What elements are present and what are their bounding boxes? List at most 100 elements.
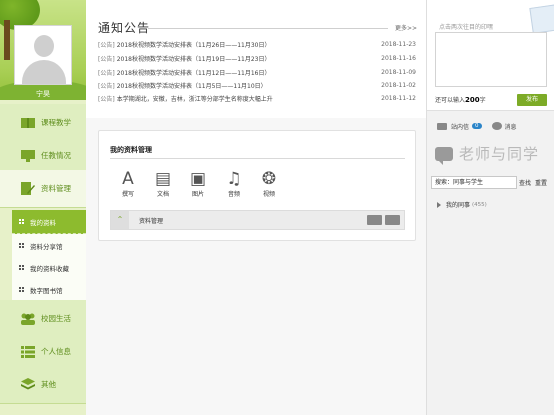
notice-tag: [公告] xyxy=(98,82,115,90)
sidebar: 宁昊 课程教学 任教情况 资料管理 我的资料 资料分享馆 我的资料收藏 数字图书… xyxy=(0,0,86,415)
notice-item[interactable]: [公告] 2018秋视频数学活动安排表（11月19日——11月23日） 2018… xyxy=(98,51,416,65)
status-box: 点击两次往目的印嘿 还可以输入200字 发布 xyxy=(427,0,554,111)
grid-icon xyxy=(19,242,25,249)
sub-my-materials-label: 我的资料 xyxy=(30,218,56,227)
list-icon xyxy=(20,345,36,359)
inbox-link[interactable]: 站内信 xyxy=(451,122,469,131)
notice-date: 2018-11-23 xyxy=(381,40,416,48)
sub-share[interactable]: 资料分享馆 xyxy=(12,234,86,258)
notice-date: 2018-11-09 xyxy=(381,68,416,76)
notice-date: 2018-11-16 xyxy=(381,54,416,62)
notice-date: 2018-11-02 xyxy=(381,81,416,89)
notice-item[interactable]: [公告] 2018秋视频数学活动安排表（11月12日——11月16日） 2018… xyxy=(98,65,416,79)
nav-teaching-label: 任教情况 xyxy=(41,151,71,160)
sub-favorites[interactable]: 我的资料收藏 xyxy=(12,256,86,280)
colleagues-count: (455) xyxy=(472,201,487,208)
notice-tag: [公告] xyxy=(98,69,115,77)
nav-course-label: 课程教学 xyxy=(41,118,71,127)
document-edit-icon xyxy=(20,182,36,196)
inbox-count-badge: 0 xyxy=(472,123,482,129)
contact-search-input[interactable]: 搜索：同事与学生 xyxy=(431,176,517,189)
avatar-body-icon xyxy=(22,60,66,84)
notice-item[interactable]: [公告] 2018秋视频数学活动安排表（11月5日——11月10日） 2018-… xyxy=(98,78,416,92)
grid-icon xyxy=(19,264,25,271)
messages-link[interactable]: 消息 xyxy=(505,122,517,131)
materials-title: 我的资料管理 xyxy=(110,146,152,154)
notice-text[interactable]: 2018秋视频数学活动安排表（11月26日——11月30日） xyxy=(117,40,271,49)
nav-other[interactable]: 其他 xyxy=(0,366,86,404)
tool-image-label: 图片 xyxy=(191,191,204,198)
tool-video[interactable]: ❂ 视频 xyxy=(255,169,283,198)
username[interactable]: 宁昊 xyxy=(0,89,86,99)
tool-document[interactable]: ▤ 文档 xyxy=(149,169,177,198)
materials-divider xyxy=(110,158,405,159)
teachers-classmates-title: 老师与同学 xyxy=(435,143,539,165)
add-folder-icon[interactable] xyxy=(367,215,382,225)
search-button[interactable]: 查找 xyxy=(519,178,531,187)
upload-folder-icon[interactable] xyxy=(385,215,400,225)
notice-more-link[interactable]: 更多>> xyxy=(395,23,417,32)
grid-icon xyxy=(19,286,25,293)
tool-image[interactable]: ▣ 图片 xyxy=(184,169,212,198)
main-content: 通知公告 更多>> [公告] 2018秋视频数学活动安排表（11月26日——11… xyxy=(86,0,426,415)
expand-triangle-icon xyxy=(437,201,441,208)
layers-icon xyxy=(20,378,36,392)
notice-title: 通知公告 xyxy=(98,21,151,35)
tool-document-label: 文档 xyxy=(156,191,169,198)
people-icon xyxy=(20,312,36,326)
avatar[interactable] xyxy=(14,25,72,85)
image-icon: ▣ xyxy=(189,169,207,189)
notice-panel: 通知公告 更多>> [公告] 2018秋视频数学活动安排表（11月26日——11… xyxy=(86,0,426,118)
tool-video-label: 视频 xyxy=(262,191,275,198)
status-placeholder: 点击两次往目的印嘿 xyxy=(439,24,494,31)
paper-decoration xyxy=(529,4,554,34)
notice-item[interactable]: [公告] 2018秋视频数学活动安排表（11月26日——11月30日） 2018… xyxy=(98,37,416,51)
status-textarea[interactable] xyxy=(435,32,547,87)
tool-write[interactable]: A 撰写 xyxy=(114,169,142,198)
sidebar-banner: 宁昊 xyxy=(0,0,86,100)
folder-label[interactable]: 资料管理 xyxy=(139,216,163,225)
notice-tag: [公告] xyxy=(98,95,115,103)
right-panel: 点击两次往目的印嘿 还可以输入200字 发布 站内信 0 消息 老师与同学 搜索… xyxy=(426,0,554,415)
nav-campus-label: 校园生活 xyxy=(41,314,71,323)
nav-personal-label: 个人信息 xyxy=(41,347,71,356)
sub-my-materials[interactable]: 我的资料 xyxy=(12,210,86,234)
book-icon xyxy=(20,116,36,130)
sub-library-label: 数字图书馆 xyxy=(30,286,63,295)
nav-resources[interactable]: 资料管理 xyxy=(0,170,86,208)
colleagues-label: 我的同事 xyxy=(446,202,471,209)
write-icon: A xyxy=(122,169,134,189)
notice-item[interactable]: [公告] 本学期湖北，安徽，吉林，浙江等分部学生名称度大幅上升 2018-11-… xyxy=(98,91,416,105)
tree-trunk-decoration xyxy=(4,20,10,60)
nav-resources-label: 资料管理 xyxy=(41,184,71,193)
chat-bubble-icon xyxy=(491,122,502,130)
materials-card: 我的资料管理 A 撰写 ▤ 文档 ▣ 图片 ♫ 音频 ❂ 视频 ⌃ 资料管理 xyxy=(98,130,416,241)
tool-audio[interactable]: ♫ 音频 xyxy=(220,169,248,198)
avatar-head-icon xyxy=(34,35,54,57)
message-bar: 站内信 0 消息 xyxy=(427,117,554,135)
notice-divider xyxy=(148,28,388,29)
notice-date: 2018-11-12 xyxy=(381,94,416,102)
mail-icon xyxy=(437,122,447,130)
sub-favorites-label: 我的资料收藏 xyxy=(30,264,69,273)
document-icon: ▤ xyxy=(154,169,172,189)
notice-text[interactable]: 2018秋视频数学活动安排表（11月19日——11月23日） xyxy=(117,54,271,63)
film-reel-icon: ❂ xyxy=(261,169,277,189)
tool-write-label: 撰写 xyxy=(121,191,134,198)
publish-button[interactable]: 发布 xyxy=(517,94,547,106)
notice-text[interactable]: 2018秋视频数学活动安排表（11月12日——11月16日） xyxy=(117,68,271,77)
speech-bubble-icon xyxy=(435,146,453,165)
sub-library[interactable]: 数字图书馆 xyxy=(12,278,86,302)
monitor-icon xyxy=(20,149,36,163)
notice-tag: [公告] xyxy=(98,55,115,63)
sub-share-label: 资料分享馆 xyxy=(30,242,63,251)
reset-button[interactable]: 重置 xyxy=(535,178,547,187)
music-note-icon: ♫ xyxy=(226,169,242,189)
notice-text[interactable]: 2018秋视频数学活动安排表（11月5日——11月10日） xyxy=(117,81,267,90)
notice-tag: [公告] xyxy=(98,41,115,49)
collapse-chevron-icon[interactable]: ⌃ xyxy=(111,211,129,229)
status-char-count: 还可以输入200字 xyxy=(435,96,486,104)
folder-bar: ⌃ 资料管理 xyxy=(110,210,405,230)
colleagues-group[interactable]: 我的同事 (455) xyxy=(437,200,487,209)
notice-text[interactable]: 本学期湖北，安徽，吉林，浙江等分部学生名称度大幅上升 xyxy=(117,94,273,103)
